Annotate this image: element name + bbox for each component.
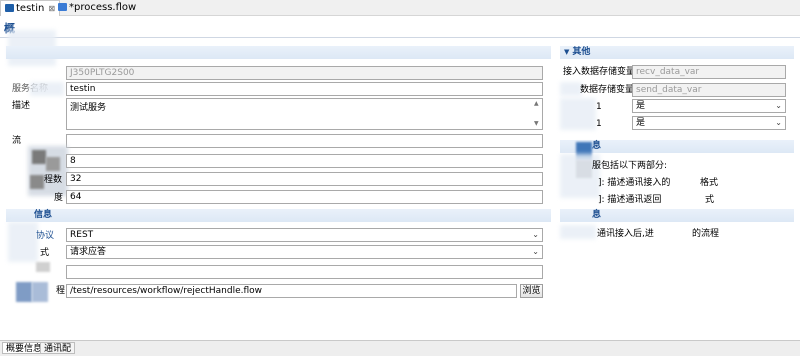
section-info-header: 息: [560, 140, 794, 153]
flow-input[interactable]: [66, 134, 543, 148]
redaction-block: [30, 175, 44, 189]
protocol-label: 协议: [36, 231, 55, 241]
page-header: [0, 16, 800, 38]
path-label: 程: [56, 286, 66, 296]
recv-var-field: recv_data_var: [632, 65, 786, 79]
flow-label: 流: [12, 136, 22, 146]
degree-label: 度: [54, 193, 64, 203]
protocol-select[interactable]: REST ⌄: [66, 228, 543, 242]
scroll-up-icon[interactable]: ▲: [534, 100, 540, 107]
degree-input[interactable]: 64: [66, 190, 543, 204]
send-var-field: send_data_var: [632, 83, 786, 97]
redaction-blur: [560, 98, 596, 130]
description-textarea[interactable]: 测试服务 ▲ ▼: [66, 98, 543, 130]
flow-line1b: 的流程: [692, 229, 720, 239]
flow-line1: 通讯接入后,进: [597, 229, 654, 239]
redaction-blur: [560, 225, 596, 239]
redaction-blur: [560, 82, 582, 96]
redaction-blur: [8, 222, 38, 262]
threads-input[interactable]: 32: [66, 172, 543, 186]
option2-select[interactable]: 是 ⌄: [632, 116, 786, 130]
tab-process-flow[interactable]: *process.flow: [54, 0, 140, 16]
info-line3: ]: 描述通讯返回: [598, 195, 662, 205]
redaction-block: [32, 150, 46, 164]
browse-button[interactable]: 浏览: [520, 284, 543, 298]
redaction-block: [46, 157, 60, 171]
option2-label: 1: [596, 119, 602, 129]
flow-icon: [58, 3, 67, 11]
service-code-field: J350PLTG2S00: [66, 66, 543, 80]
info-line2b: 格式: [700, 178, 719, 188]
option1-select[interactable]: 是 ⌄: [632, 99, 786, 113]
threads-label: 程数: [44, 175, 63, 185]
option1-label: 1: [596, 102, 602, 112]
bottom-tab-bar: [0, 340, 800, 356]
chevron-down-icon: ⌄: [775, 118, 782, 127]
info-line1: 服包括以下两部分:: [592, 161, 668, 171]
info-line3b: 式: [705, 195, 715, 205]
section-comm-header: 信息: [6, 209, 551, 222]
redaction-block: [32, 282, 48, 302]
section-basic-header: [6, 46, 551, 59]
collapse-icon[interactable]: ▼: [564, 48, 569, 56]
scroll-down-icon[interactable]: ▼: [534, 120, 540, 127]
max-input[interactable]: 8: [66, 154, 543, 168]
section-other-header: ▼ 其他: [560, 46, 794, 59]
redaction-blur: [30, 82, 64, 96]
section-flow-header: 息: [560, 209, 794, 222]
redaction-block: [36, 262, 50, 272]
info-line2: ]: 描述通讯接入的: [598, 178, 671, 188]
description-label: 描述: [12, 101, 31, 111]
redaction-block: [16, 282, 32, 302]
extra-input[interactable]: [66, 265, 543, 279]
tab-comm-config[interactable]: 通讯配: [40, 342, 76, 354]
service-name-input[interactable]: testin: [66, 82, 543, 96]
flow-path-input[interactable]: /test/resources/workflow/rejectHandle.fl…: [66, 284, 517, 298]
chevron-down-icon: ⌄: [532, 230, 539, 239]
service-icon: [5, 4, 14, 12]
mode-select[interactable]: 请求应答 ⌄: [66, 245, 543, 259]
send-var-label: 数据存储变量: [580, 85, 635, 95]
mode-label: 式: [40, 248, 50, 258]
tab-testin[interactable]: testin ⊠: [0, 0, 61, 16]
recv-var-label: 接入数据存储变量: [563, 67, 636, 77]
chevron-down-icon: ⌄: [775, 101, 782, 110]
chevron-down-icon: ⌄: [532, 247, 539, 256]
